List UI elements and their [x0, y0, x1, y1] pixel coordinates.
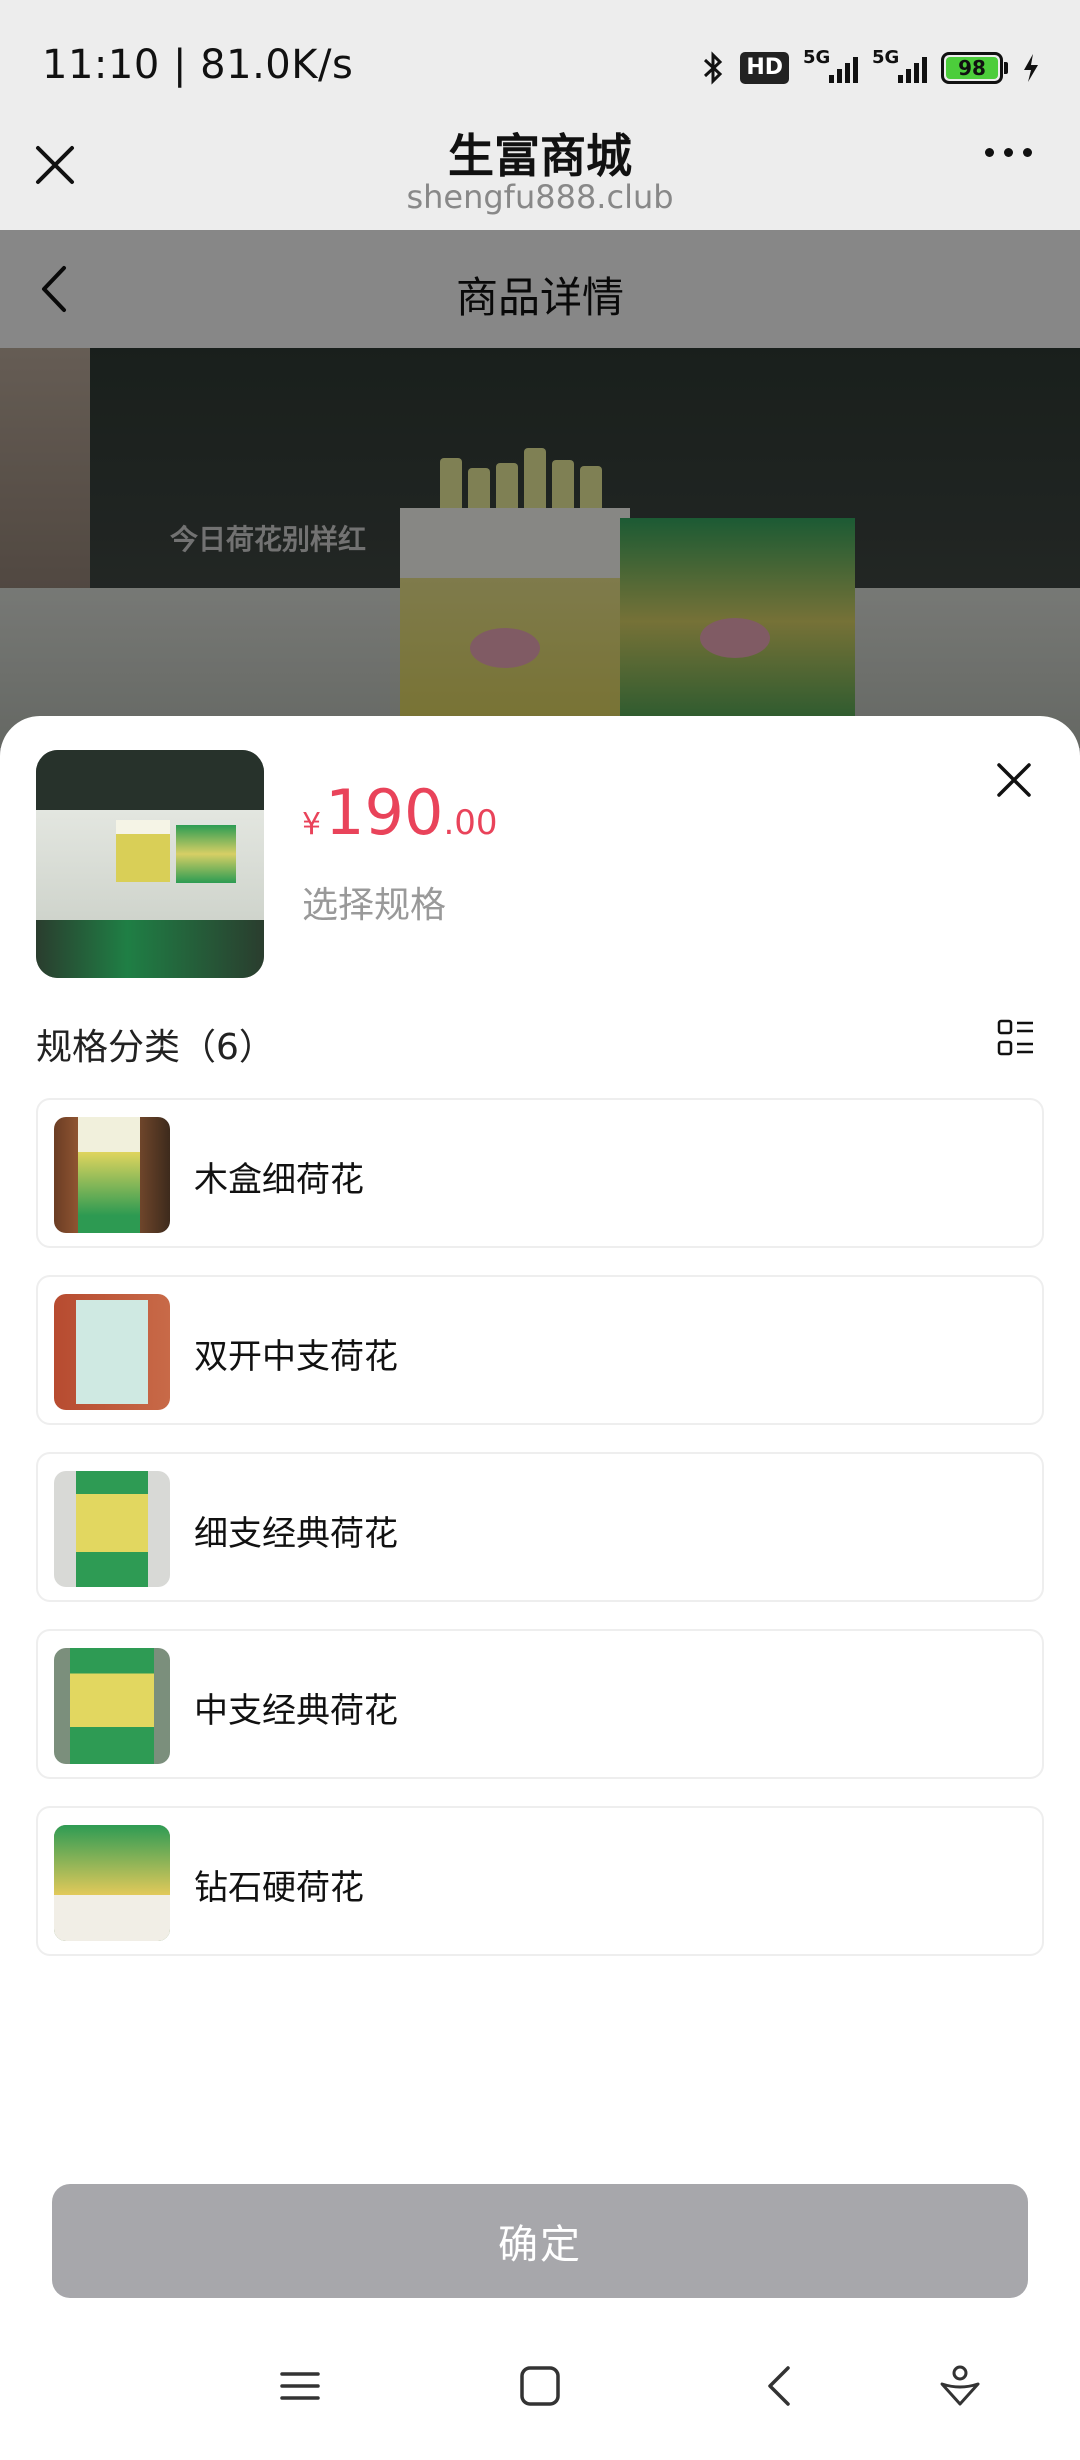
status-bar: 11:10 | 81.0K/s HD 5G 5G 98	[0, 0, 1080, 120]
spec-selector-sheet: ¥ 190 .00 选择规格 规格分类（6） 木盒细荷花 双开中支荷花 细支经典…	[0, 716, 1080, 2316]
spec-option-xi-zhi-jing-dian-he-hua[interactable]: 细支经典荷花	[36, 1452, 1044, 1602]
spec-hint: 选择规格	[302, 885, 447, 926]
mini-program-title: 生富商城	[448, 129, 632, 183]
spec-thumbnail	[54, 1471, 170, 1587]
assistant-icon[interactable]	[934, 2360, 986, 2412]
mini-program-header: 生富商城 shengfu888.club	[0, 120, 1080, 230]
mini-program-url: shengfu888.club	[406, 178, 674, 216]
price-decimal: .00	[443, 803, 498, 843]
sheet-close-icon[interactable]	[994, 760, 1034, 800]
charging-icon	[1022, 53, 1040, 83]
product-thumbnail	[36, 750, 264, 978]
spec-option-zuan-shi-ying-he-hua[interactable]: 钻石硬荷花	[36, 1806, 1044, 1956]
battery-icon: 98	[941, 52, 1008, 84]
status-time-speed: 11:10 | 81.0K/s	[42, 42, 354, 88]
signal-icon: 5G	[803, 47, 858, 83]
spec-thumbnail	[54, 1825, 170, 1941]
status-icons: HD 5G 5G 98	[700, 44, 1040, 92]
overlay-dim[interactable]	[0, 230, 1080, 760]
price-currency: ¥	[302, 807, 322, 842]
price-integer: 190	[325, 776, 444, 849]
menu-icon[interactable]	[274, 2360, 326, 2412]
confirm-button[interactable]: 确定	[52, 2184, 1028, 2298]
spec-label: 双开中支荷花	[194, 1337, 398, 1377]
spec-thumbnail	[54, 1117, 170, 1233]
spec-option-zhong-zhi-jing-dian-he-hua[interactable]: 中支经典荷花	[36, 1629, 1044, 1779]
grid-toggle-icon[interactable]	[996, 1018, 1036, 1058]
spec-label: 木盒细荷花	[194, 1160, 364, 1200]
spec-list: 木盒细荷花 双开中支荷花 细支经典荷花 中支经典荷花 钻石硬荷花	[36, 1098, 1044, 1983]
spec-thumbnail	[54, 1294, 170, 1410]
system-back-icon[interactable]	[754, 2360, 806, 2412]
home-icon[interactable]	[514, 2360, 566, 2412]
signal-label-2: 5G	[872, 47, 900, 68]
price: ¥ 190 .00	[302, 776, 498, 849]
spec-thumbnail	[54, 1648, 170, 1764]
hd-badge: HD	[740, 52, 789, 84]
signal-label: 5G	[803, 47, 831, 68]
battery-level: 98	[946, 56, 998, 80]
spec-section-title: 规格分类（6）	[36, 1027, 275, 1068]
spec-label: 钻石硬荷花	[194, 1868, 364, 1908]
spec-option-mu-he-xi-he-hua[interactable]: 木盒细荷花	[36, 1098, 1044, 1248]
signal-icon-2: 5G	[872, 47, 927, 83]
bluetooth-icon	[700, 50, 726, 86]
spec-label: 细支经典荷花	[194, 1514, 398, 1554]
system-nav-bar	[0, 2316, 1080, 2460]
spec-label: 中支经典荷花	[194, 1691, 398, 1731]
spec-option-shuang-kai-zhong-zhi-he-hua[interactable]: 双开中支荷花	[36, 1275, 1044, 1425]
more-icon[interactable]	[985, 148, 1032, 157]
